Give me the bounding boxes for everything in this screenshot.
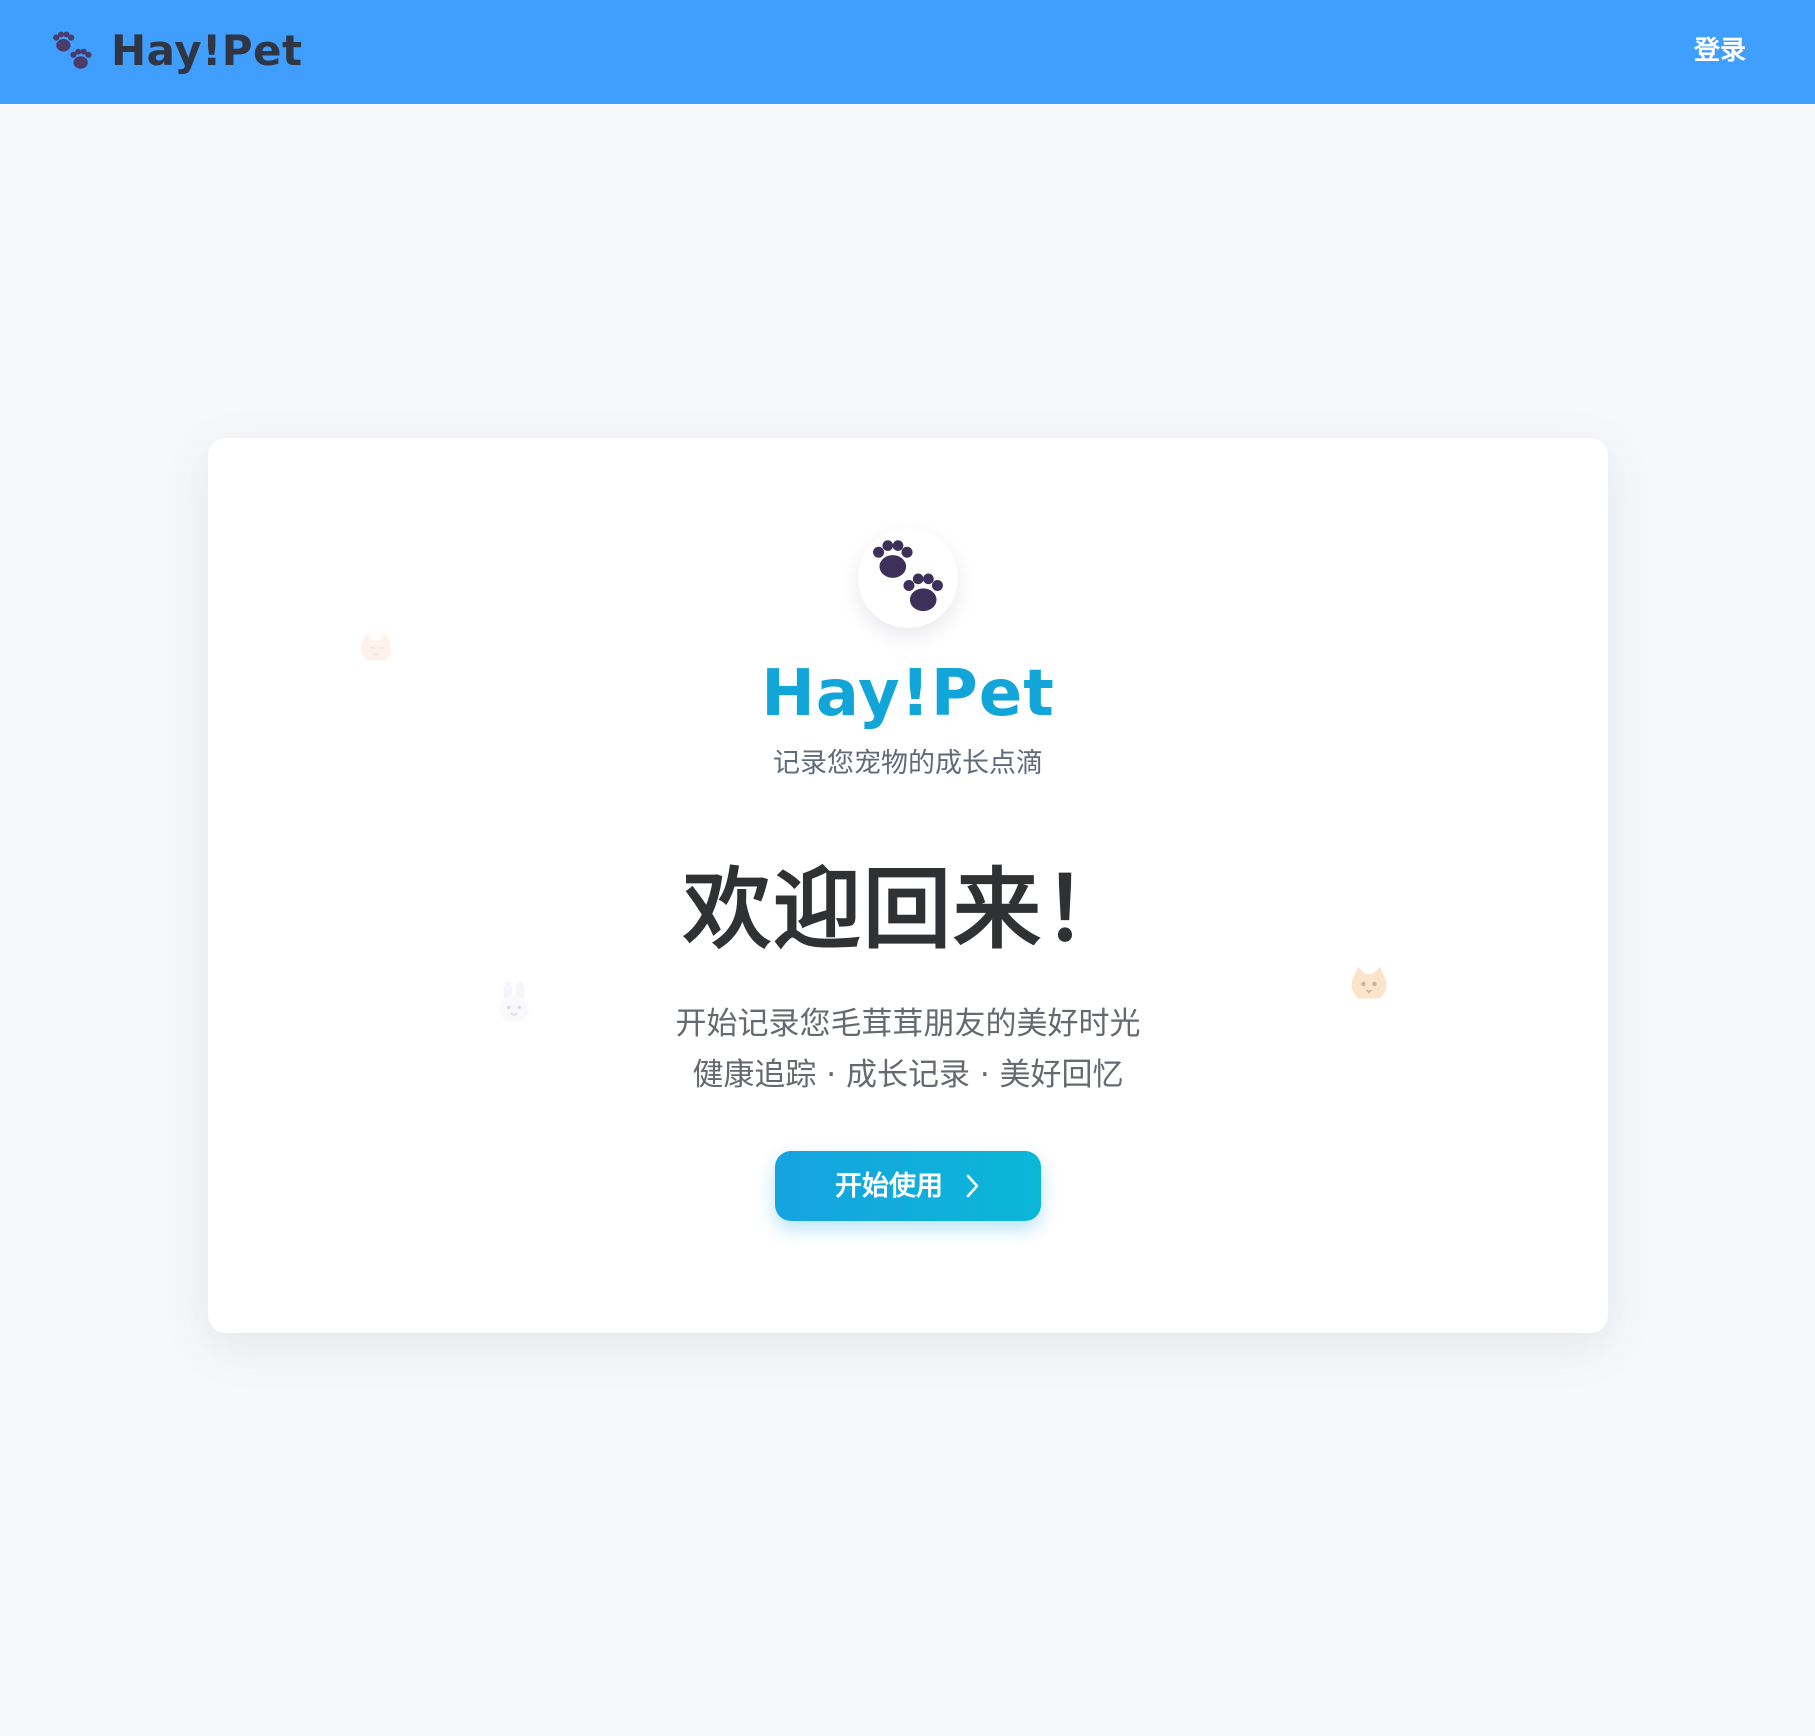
subtitle-line-1: 开始记录您毛茸茸朋友的美好时光 bbox=[675, 1006, 1141, 1042]
login-link[interactable]: 登录 bbox=[1694, 31, 1746, 71]
start-button[interactable]: 开始使用 bbox=[775, 1151, 1041, 1221]
brand-name: Hay!Pet bbox=[111, 26, 303, 75]
hero-paw-icon-badge bbox=[858, 528, 958, 628]
brand-logo-link[interactable]: Hay!Pet bbox=[49, 28, 303, 74]
paw-prints-icon bbox=[53, 31, 92, 69]
cat-face-icon bbox=[1351, 966, 1387, 999]
chevron-right-icon bbox=[966, 1174, 979, 1198]
paw-prints-icon bbox=[873, 540, 943, 612]
tagline: 记录您宠物的成长点滴 bbox=[773, 748, 1043, 779]
top-navbar: Hay!Pet 登录 bbox=[0, 0, 1815, 104]
welcome-heading: 欢迎回来！ bbox=[682, 858, 1133, 961]
subtitle-line-2: 健康追踪 · 成长记录 · 美好回忆 bbox=[692, 1057, 1124, 1093]
welcome-card: Hay!Pet 记录您宠物的成长点滴 欢迎回来！ 开始记录您毛茸茸朋友的美好时光… bbox=[208, 438, 1608, 1333]
app-name: Hay!Pet bbox=[761, 657, 1055, 731]
start-button-label: 开始使用 bbox=[835, 1171, 943, 1201]
